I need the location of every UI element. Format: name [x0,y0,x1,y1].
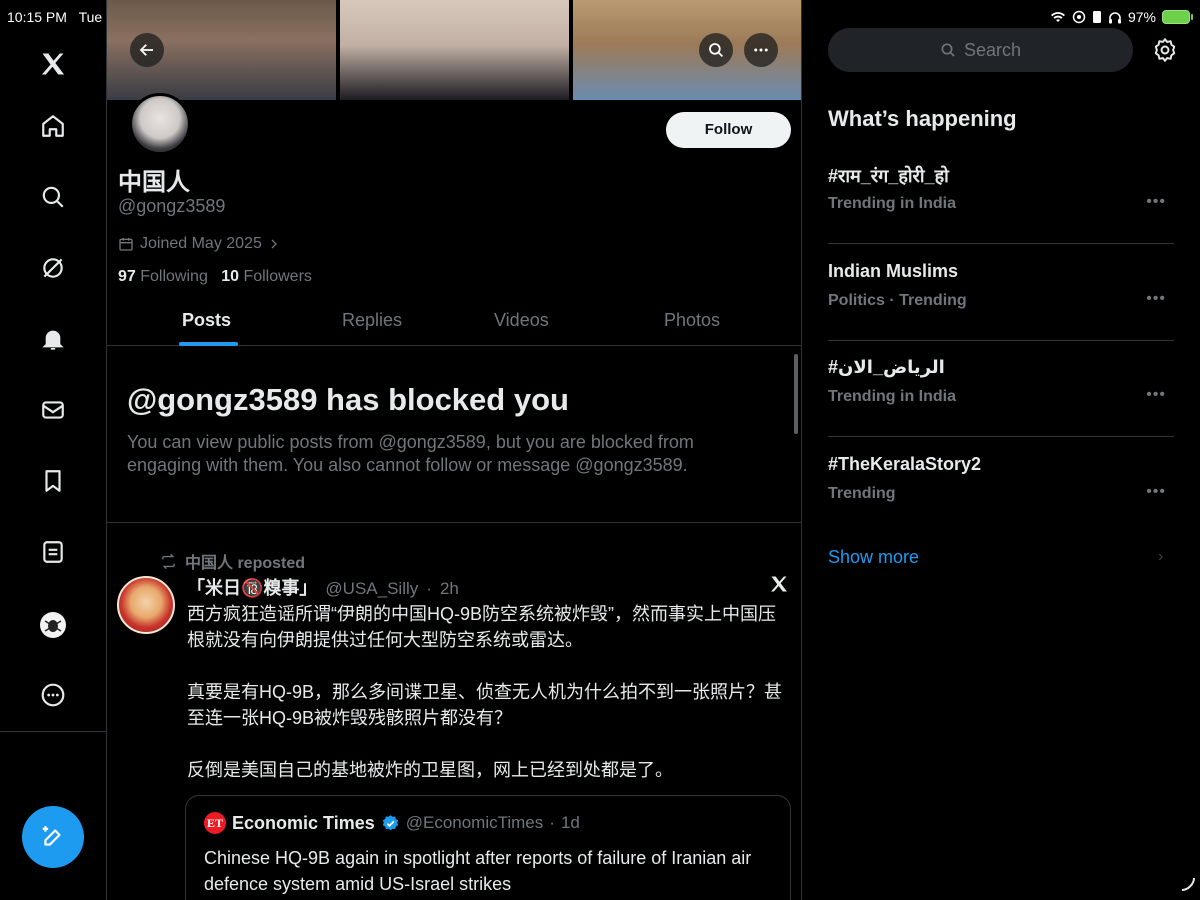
left-navigation [0,0,107,900]
trend-more-icon[interactable]: ••• [1146,483,1166,501]
trend-name: Indian Muslims [828,261,959,281]
tab-replies[interactable]: Replies [342,310,402,331]
trend-meta: Trending [828,485,896,502]
quoted-author-handle: @EconomicTimes [405,813,544,832]
joined-label: Joined May 2025 [140,235,262,252]
chevron-right-icon [271,239,277,249]
trend-item[interactable]: #राम_रंग_होरी_हो Trending in India ••• [828,147,1174,244]
notifications-icon[interactable] [33,319,73,359]
trend-item[interactable]: #الرياض_الان Trending in India ••• [828,340,1174,437]
followers-label: Followers [243,268,312,285]
x-logo-icon [771,576,787,592]
post-paragraph: 真要是有HQ-9B，那么多间谍卫星、侦查无人机为什么拍不到一张照片？甚至连一张H… [187,682,783,728]
search-icon [941,43,955,57]
trend-more-icon[interactable]: ••• [1146,193,1166,211]
search-icon [709,43,724,58]
profile-banner[interactable] [107,0,801,100]
settings-button[interactable] [1152,37,1178,68]
follow-button[interactable]: Follow [666,112,791,148]
more-icon[interactable] [33,675,73,715]
arrow-left-icon [139,44,153,56]
tab-photos[interactable]: Photos [664,310,720,331]
trend-more-icon[interactable]: ••• [1146,386,1166,404]
profile-tabs: Posts Replies Videos Photos [107,300,801,346]
trend-item[interactable]: Indian Muslims Politics · Trending ••• [828,244,1174,341]
repost-label: 中国人 reposted [185,555,306,572]
following-label: Following [140,268,208,285]
divider [107,522,801,523]
quoted-post-text: Chinese HQ-9B again in spotlight after r… [204,848,752,894]
more-horizontal-icon [754,48,768,52]
lists-icon[interactable] [33,532,73,572]
following-link[interactable]: 97 Following [118,268,208,285]
followers-link[interactable]: 10 Followers [221,268,312,285]
quoted-post-time: 1d [560,813,580,832]
post-paragraph: 西方疯狂造谣所谓“伊朗的中国HQ-9B防空系统被炸毁”，然而事实上中国压根就没有… [187,604,776,650]
nav-divider [0,731,107,732]
post-author-handle[interactable]: @USA_Silly [325,579,418,599]
quoted-separator-dot: · [549,813,555,832]
follow-counts: 97 Following 10 Followers [118,268,312,286]
post-header: 「米日🔞糗事」 @USA_Silly · 2h [187,574,459,600]
gear-icon [1154,38,1176,62]
trend-name: #TheKeralaStory2 [828,454,982,474]
post-author-avatar[interactable] [117,576,175,634]
profile-avatar[interactable] [33,605,73,645]
bookmarks-icon[interactable] [33,461,73,501]
post-paragraph: 反倒是美国自己的基地被炸的卫星图，网上已经到处都是了。 [187,760,673,780]
scrollbar[interactable] [794,354,798,434]
post-author-name[interactable]: 「米日🔞糗事」 [187,574,317,600]
post-time[interactable]: 2h [440,579,459,599]
quoted-author-name: Economic Times [232,812,375,833]
blocked-message: You can view public posts from @gongz358… [127,432,694,475]
display-name: 中国人 [118,169,190,196]
compose-post-icon [42,826,61,846]
quoted-post-header: ET Economic Times @EconomicTimes · 1d [204,812,580,834]
active-tab-indicator [179,342,238,346]
right-sidebar: Search What’s happening #राम_रंग_होरी_हो… [802,0,1200,900]
profile-avatar[interactable] [129,93,191,155]
home-icon[interactable] [33,106,73,146]
post-text: 西方疯狂造谣所谓“伊朗的中国HQ-9B防空系统被炸毁”，然而事实上中国压根就没有… [187,601,787,809]
repost-indicator: 中国人 reposted [160,549,305,573]
resize-handle-icon[interactable] [1180,876,1196,892]
repost-icon [162,553,175,569]
show-more-link[interactable]: Show more [828,547,919,568]
tab-videos[interactable]: Videos [494,310,549,331]
chevron-right-icon: › [1158,548,1164,565]
trend-name: #राम_रंग_होरी_हो [828,166,949,186]
verified-badge-icon [382,814,398,830]
grok-icon[interactable] [33,248,73,288]
x-logo-icon[interactable] [33,44,73,84]
whats-happening-title: What’s happening [828,106,1017,131]
economic-times-logo: ET [204,812,226,834]
grok-x-button[interactable] [769,574,789,599]
profile-column: Follow 中国人 @gongz3589 Joined May 2025 97… [107,0,802,900]
profile-search-button[interactable] [699,33,733,67]
trend-meta: Trending in India [828,388,956,405]
profile-handle: @gongz3589 [118,196,226,216]
trend-more-icon[interactable]: ••• [1146,290,1166,308]
trend-item[interactable]: #TheKeralaStory2 Trending ••• [828,437,1174,534]
messages-icon[interactable] [33,390,73,430]
joined-date[interactable]: Joined May 2025 [118,235,280,253]
blocked-title: @gongz3589 has blocked you [127,382,569,417]
compose-button[interactable] [22,806,84,868]
trend-meta: Politics · Trending [828,292,967,309]
search-placeholder: Search [963,39,1022,60]
following-count: 97 [118,268,136,285]
followers-count: 10 [221,268,239,285]
search-icon[interactable] [33,177,73,217]
search-input[interactable]: Search [828,28,1133,72]
trend-meta: Trending in India [828,195,956,212]
banner-image-2 [340,0,569,100]
trend-name: #الرياض_الان [828,357,945,377]
quoted-post[interactable]: ET Economic Times @EconomicTimes · 1d Ch… [185,795,791,900]
profile-more-button[interactable] [744,33,778,67]
calendar-icon [119,238,133,251]
post-separator-dot: · [426,579,432,598]
tab-posts[interactable]: Posts [182,310,231,331]
back-button[interactable] [130,33,164,67]
